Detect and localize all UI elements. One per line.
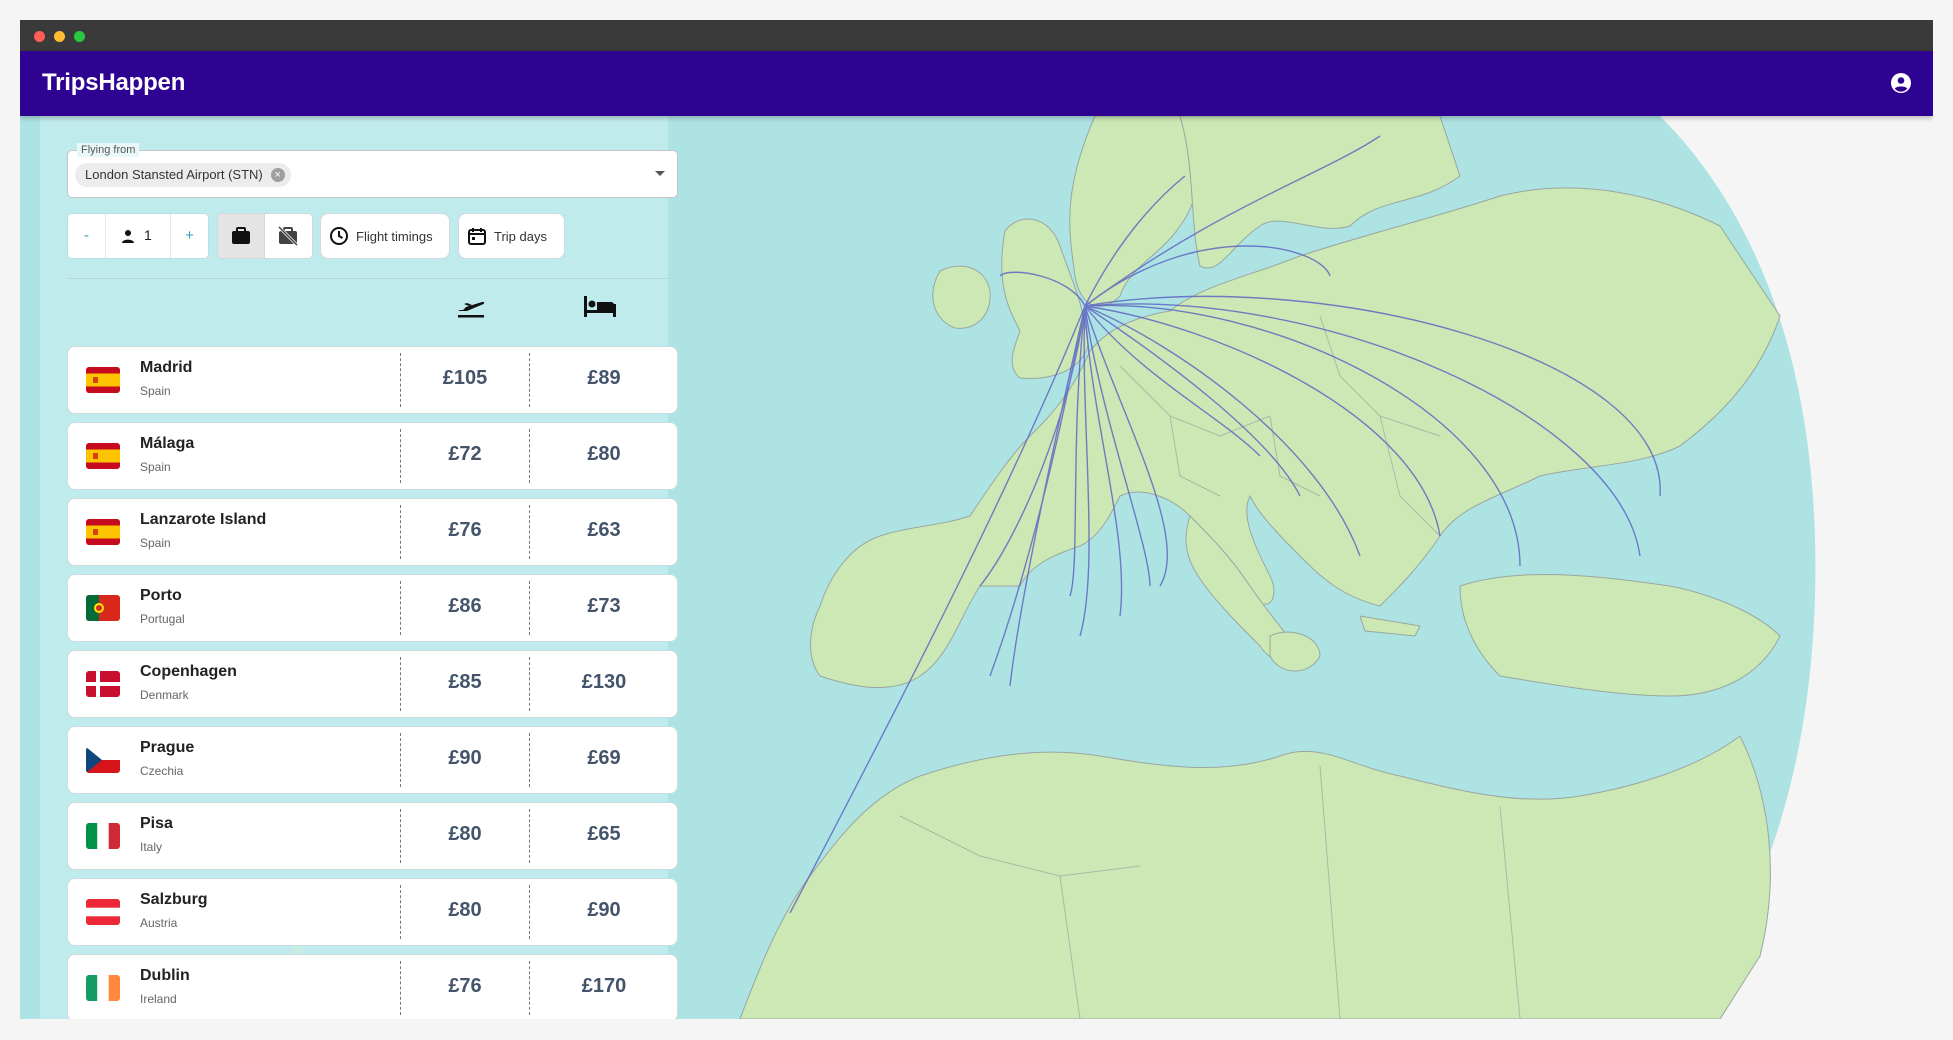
- es-flag-icon: [86, 367, 120, 393]
- destination-city: Salzburg: [140, 891, 208, 908]
- destination-country: Ireland: [140, 992, 177, 1006]
- flight-price[interactable]: £105: [401, 367, 529, 390]
- account-circle-icon[interactable]: [1889, 71, 1913, 95]
- origin-airport-label: London Stansted Airport (STN): [85, 167, 263, 182]
- destination-country: Austria: [140, 916, 178, 930]
- passenger-stepper: - 1 +: [67, 213, 209, 259]
- hotel-price[interactable]: £90: [530, 899, 678, 922]
- destination-row[interactable]: Prague Czechia £90 £69: [67, 726, 678, 794]
- ie-flag-icon: [86, 975, 120, 1001]
- flight-timings-button[interactable]: Flight timings: [320, 213, 450, 259]
- app-bar: TripsHappen: [20, 51, 1933, 116]
- pt-flag-icon: [86, 595, 120, 621]
- dropdown-arrow-icon[interactable]: [655, 171, 665, 176]
- window-titlebar: [20, 20, 1933, 51]
- flight-price[interactable]: £76: [401, 519, 529, 542]
- flying-from-label: Flying from: [77, 143, 140, 157]
- flight-price[interactable]: £86: [401, 595, 529, 618]
- no-luggage-icon: [277, 225, 299, 247]
- destination-city: Pisa: [140, 815, 173, 832]
- destination-city: Málaga: [140, 435, 195, 452]
- browser-window: TripsHappen London Stansted Airport (STN…: [20, 20, 1933, 1019]
- at-flag-icon: [86, 899, 120, 925]
- app-title[interactable]: TripsHappen: [42, 69, 185, 97]
- destination-country: Portugal: [140, 612, 185, 626]
- flight-price[interactable]: £90: [401, 747, 529, 770]
- destination-country: Italy: [140, 840, 163, 854]
- panel-divider: [67, 278, 678, 279]
- es-flag-icon: [86, 519, 120, 545]
- destination-city: Prague: [140, 739, 195, 756]
- hotel-price[interactable]: £73: [530, 595, 678, 618]
- destination-country: Spain: [140, 536, 171, 550]
- minimize-window-button[interactable]: [54, 31, 65, 42]
- flying-from-select[interactable]: London Stansted Airport (STN) ×: [67, 150, 678, 198]
- maximize-window-button[interactable]: [74, 31, 85, 42]
- passenger-count: 1: [144, 227, 152, 243]
- destination-city: Copenhagen: [140, 663, 237, 680]
- dk-flag-icon: [86, 671, 120, 697]
- destination-country: Denmark: [140, 688, 189, 702]
- destination-city: Porto: [140, 587, 182, 604]
- destination-row[interactable]: Málaga Spain £72 £80: [67, 422, 678, 490]
- destination-country: Czechia: [140, 764, 184, 778]
- destination-city: Dublin: [140, 967, 190, 984]
- it-flag-icon: [86, 823, 120, 849]
- person-icon: [122, 230, 134, 243]
- flight-price[interactable]: £76: [401, 975, 529, 998]
- increase-passengers-button[interactable]: +: [170, 214, 208, 258]
- flight-price[interactable]: £80: [401, 899, 529, 922]
- destination-list: Madrid Spain £105 £89 Málaga Spain £72 £80 Lanza…: [67, 346, 678, 1019]
- es-flag-icon: [86, 443, 120, 469]
- destination-country: Spain: [140, 460, 171, 474]
- search-panel: London Stansted Airport (STN) × Flying f…: [40, 116, 678, 1019]
- hotel-bed-icon[interactable]: [583, 294, 617, 318]
- trip-days-button[interactable]: Trip days: [458, 213, 565, 259]
- hotel-price[interactable]: £130: [530, 671, 678, 694]
- without-luggage-toggle[interactable]: [265, 214, 312, 258]
- decrease-passengers-button[interactable]: -: [68, 214, 106, 258]
- hotel-price[interactable]: £69: [530, 747, 678, 770]
- destination-country: Spain: [140, 384, 171, 398]
- destination-row[interactable]: Lanzarote Island Spain £76 £63: [67, 498, 678, 566]
- close-window-button[interactable]: [34, 31, 45, 42]
- luggage-icon: [232, 227, 250, 244]
- destination-city: Madrid: [140, 359, 193, 376]
- destination-city: Lanzarote Island: [140, 511, 267, 528]
- flight-price[interactable]: £72: [401, 443, 529, 466]
- destination-row[interactable]: Salzburg Austria £80 £90: [67, 878, 678, 946]
- calendar-icon: [468, 228, 486, 245]
- remove-chip-icon[interactable]: ×: [270, 168, 285, 182]
- cz-flag-icon: [86, 747, 120, 773]
- hotel-price[interactable]: £65: [530, 823, 678, 846]
- destination-row[interactable]: Madrid Spain £105 £89: [67, 346, 678, 414]
- with-luggage-toggle[interactable]: [218, 214, 265, 258]
- flight-timings-label: Flight timings: [356, 229, 433, 244]
- luggage-toggle-group: [217, 213, 313, 259]
- flight-takeoff-icon[interactable]: [455, 291, 487, 321]
- hotel-price[interactable]: £63: [530, 519, 678, 542]
- passenger-count-display: 1: [106, 214, 170, 258]
- hotel-price[interactable]: £80: [530, 443, 678, 466]
- flight-price[interactable]: £85: [401, 671, 529, 694]
- origin-airport-chip[interactable]: London Stansted Airport (STN) ×: [75, 163, 291, 187]
- destination-row[interactable]: Porto Portugal £86 £73: [67, 574, 678, 642]
- flight-price[interactable]: £80: [401, 823, 529, 846]
- clock-icon: [330, 227, 348, 245]
- destination-row[interactable]: Copenhagen Denmark £85 £130: [67, 650, 678, 718]
- hotel-price[interactable]: £89: [530, 367, 678, 390]
- destination-row[interactable]: Pisa Italy £80 £65: [67, 802, 678, 870]
- trip-days-label: Trip days: [494, 229, 547, 244]
- destination-row[interactable]: Dublin Ireland £76 £170: [67, 954, 678, 1019]
- hotel-price[interactable]: £170: [530, 975, 678, 998]
